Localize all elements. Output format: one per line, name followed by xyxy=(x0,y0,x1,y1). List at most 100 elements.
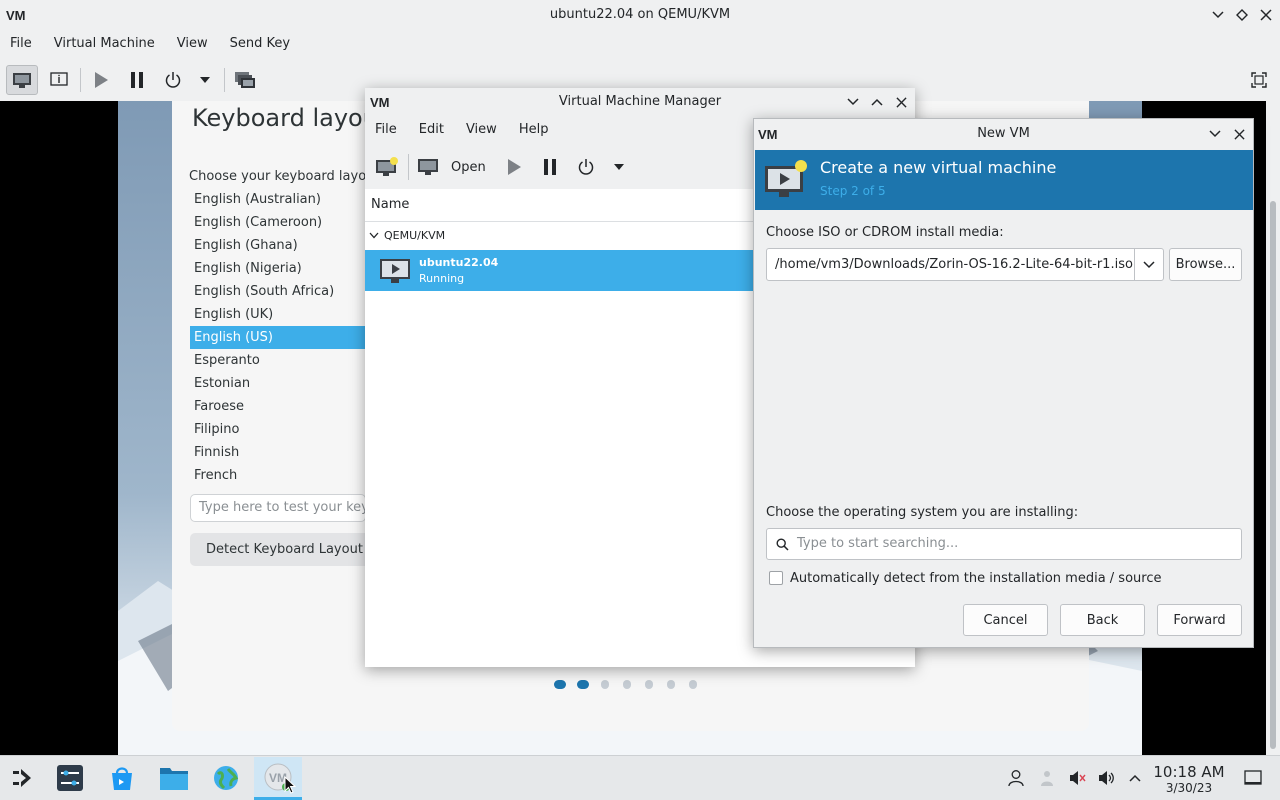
list-item[interactable]: French xyxy=(190,464,366,487)
user-switcher-icon[interactable] xyxy=(1005,767,1027,789)
fullscreen-icon xyxy=(1251,72,1267,88)
run-button[interactable] xyxy=(501,154,527,180)
minimize-icon[interactable] xyxy=(843,92,863,112)
new-vm-titlebar: VM New VM xyxy=(754,119,1253,149)
pause-button[interactable] xyxy=(537,154,563,180)
list-item[interactable]: English (Nigeria) xyxy=(190,257,366,280)
progress-dot xyxy=(601,680,609,689)
cancel-button[interactable]: Cancel xyxy=(963,604,1048,636)
menu-file[interactable]: File xyxy=(0,30,43,58)
maximize-icon[interactable] xyxy=(867,92,887,112)
run-button[interactable] xyxy=(88,65,114,95)
play-icon xyxy=(508,159,521,175)
play-icon xyxy=(95,72,108,88)
keyboard-test-input[interactable]: Type here to test your keyboard xyxy=(190,494,366,522)
web-browser-icon[interactable] xyxy=(211,763,241,793)
os-search-input[interactable]: Type to start searching... xyxy=(766,528,1242,560)
menu-help[interactable]: Help xyxy=(508,116,560,144)
list-item[interactable]: Faroese xyxy=(190,395,366,418)
page-title: Keyboard layout xyxy=(192,104,388,132)
show-desktop-icon[interactable] xyxy=(1242,767,1264,789)
shutdown-button[interactable] xyxy=(573,154,599,180)
menu-view[interactable]: View xyxy=(166,30,219,58)
app-launcher-icon[interactable] xyxy=(7,763,37,793)
list-item[interactable]: English (South Africa) xyxy=(190,280,366,303)
keep-above-icon[interactable] xyxy=(1232,5,1252,25)
fullscreen-button[interactable] xyxy=(1246,67,1272,93)
system-tray-expand-icon[interactable] xyxy=(1124,767,1146,789)
snapshots-button[interactable] xyxy=(231,65,259,95)
info-icon xyxy=(50,72,68,86)
new-vm-banner-icon xyxy=(763,158,809,200)
mouse-cursor-icon xyxy=(284,776,296,794)
connection-label: QEMU/KVM xyxy=(384,228,446,242)
media-path-combobox[interactable]: /home/vm3/Downloads/Zorin-OS-16.2-Lite-6… xyxy=(766,248,1164,281)
snapshots-icon xyxy=(235,72,255,88)
pause-button[interactable] xyxy=(124,65,150,95)
list-item[interactable]: English (Ghana) xyxy=(190,234,366,257)
shutdown-button[interactable] xyxy=(160,65,186,95)
new-vm-title: New VM xyxy=(977,126,1030,141)
close-icon[interactable] xyxy=(1256,5,1276,25)
open-label: Open xyxy=(451,159,486,175)
vmm-titlebar: VM Virtual Machine Manager xyxy=(365,88,915,116)
pause-icon xyxy=(544,159,556,175)
progress-dot xyxy=(577,680,589,689)
new-vm-button[interactable] xyxy=(373,154,401,180)
pause-icon xyxy=(131,72,143,88)
wizard-banner: Create a new virtual machine Step 2 of 5 xyxy=(755,150,1253,210)
discover-store-icon[interactable] xyxy=(107,763,137,793)
clock-time: 10:18 AM xyxy=(1153,763,1225,781)
vertical-scrollbar[interactable] xyxy=(1266,101,1280,755)
list-item-selected[interactable]: English (US) xyxy=(190,326,366,349)
back-button[interactable]: Back xyxy=(1060,604,1145,636)
menu-edit[interactable]: Edit xyxy=(408,116,455,144)
detect-keyboard-button[interactable]: Detect Keyboard Layout xyxy=(190,533,380,566)
combobox-dropdown-button[interactable] xyxy=(1135,249,1163,280)
digital-clock[interactable]: 10:18 AM 3/30/23 xyxy=(1150,763,1228,795)
auto-detect-checkbox[interactable] xyxy=(769,571,783,585)
auto-detect-option[interactable]: Automatically detect from the installati… xyxy=(769,569,1161,587)
list-item[interactable]: English (Cameroon) xyxy=(190,211,366,234)
monitor-icon xyxy=(418,159,438,175)
minimize-icon[interactable] xyxy=(1205,124,1225,144)
taskbar-virt-manager-active[interactable]: VM xyxy=(254,757,302,800)
media-label: Choose ISO or CDROM install media: xyxy=(766,225,1004,240)
window-title: ubuntu22.04 on QEMU/KVM xyxy=(549,7,731,22)
list-item[interactable]: Finnish xyxy=(190,441,366,464)
close-icon[interactable] xyxy=(1229,124,1249,144)
show-console-button[interactable] xyxy=(6,65,38,95)
menu-view[interactable]: View xyxy=(455,116,508,144)
new-vm-icon xyxy=(376,157,398,176)
microphone-muted-icon[interactable] xyxy=(1066,767,1088,789)
shutdown-menu-button[interactable] xyxy=(608,154,630,180)
close-icon[interactable] xyxy=(891,92,911,112)
browse-button[interactable]: Browse... xyxy=(1169,248,1242,281)
column-name[interactable]: Name xyxy=(371,189,409,221)
progress-dot xyxy=(667,680,675,689)
menu-send-key[interactable]: Send Key xyxy=(219,30,301,58)
list-item[interactable]: Esperanto xyxy=(190,349,366,372)
open-button[interactable]: Open xyxy=(417,154,486,180)
scrollbar-thumb[interactable] xyxy=(1270,201,1276,749)
shutdown-menu-button[interactable] xyxy=(194,65,216,95)
list-item[interactable]: English (Australian) xyxy=(190,188,366,211)
volume-icon[interactable] xyxy=(1095,767,1117,789)
power-icon xyxy=(165,72,181,88)
progress-dot xyxy=(689,680,697,689)
menu-file[interactable]: File xyxy=(365,116,408,144)
system-settings-icon[interactable] xyxy=(55,763,85,793)
forward-button[interactable]: Forward xyxy=(1157,604,1242,636)
file-manager-icon[interactable] xyxy=(159,763,189,793)
media-path-value: /home/vm3/Downloads/Zorin-OS-16.2-Lite-6… xyxy=(775,257,1133,272)
list-item[interactable]: English (UK) xyxy=(190,303,366,326)
minimize-icon[interactable] xyxy=(1208,5,1228,25)
monitor-icon xyxy=(13,72,31,88)
list-item[interactable]: Estonian xyxy=(190,372,366,395)
menu-virtual-machine[interactable]: Virtual Machine xyxy=(43,30,166,58)
list-item[interactable]: Filipino xyxy=(190,418,366,441)
show-details-button[interactable] xyxy=(46,65,72,95)
network-disconnected-icon[interactable] xyxy=(1036,767,1058,789)
taskbar xyxy=(0,755,1280,800)
wizard-step: Step 2 of 5 xyxy=(820,184,886,198)
